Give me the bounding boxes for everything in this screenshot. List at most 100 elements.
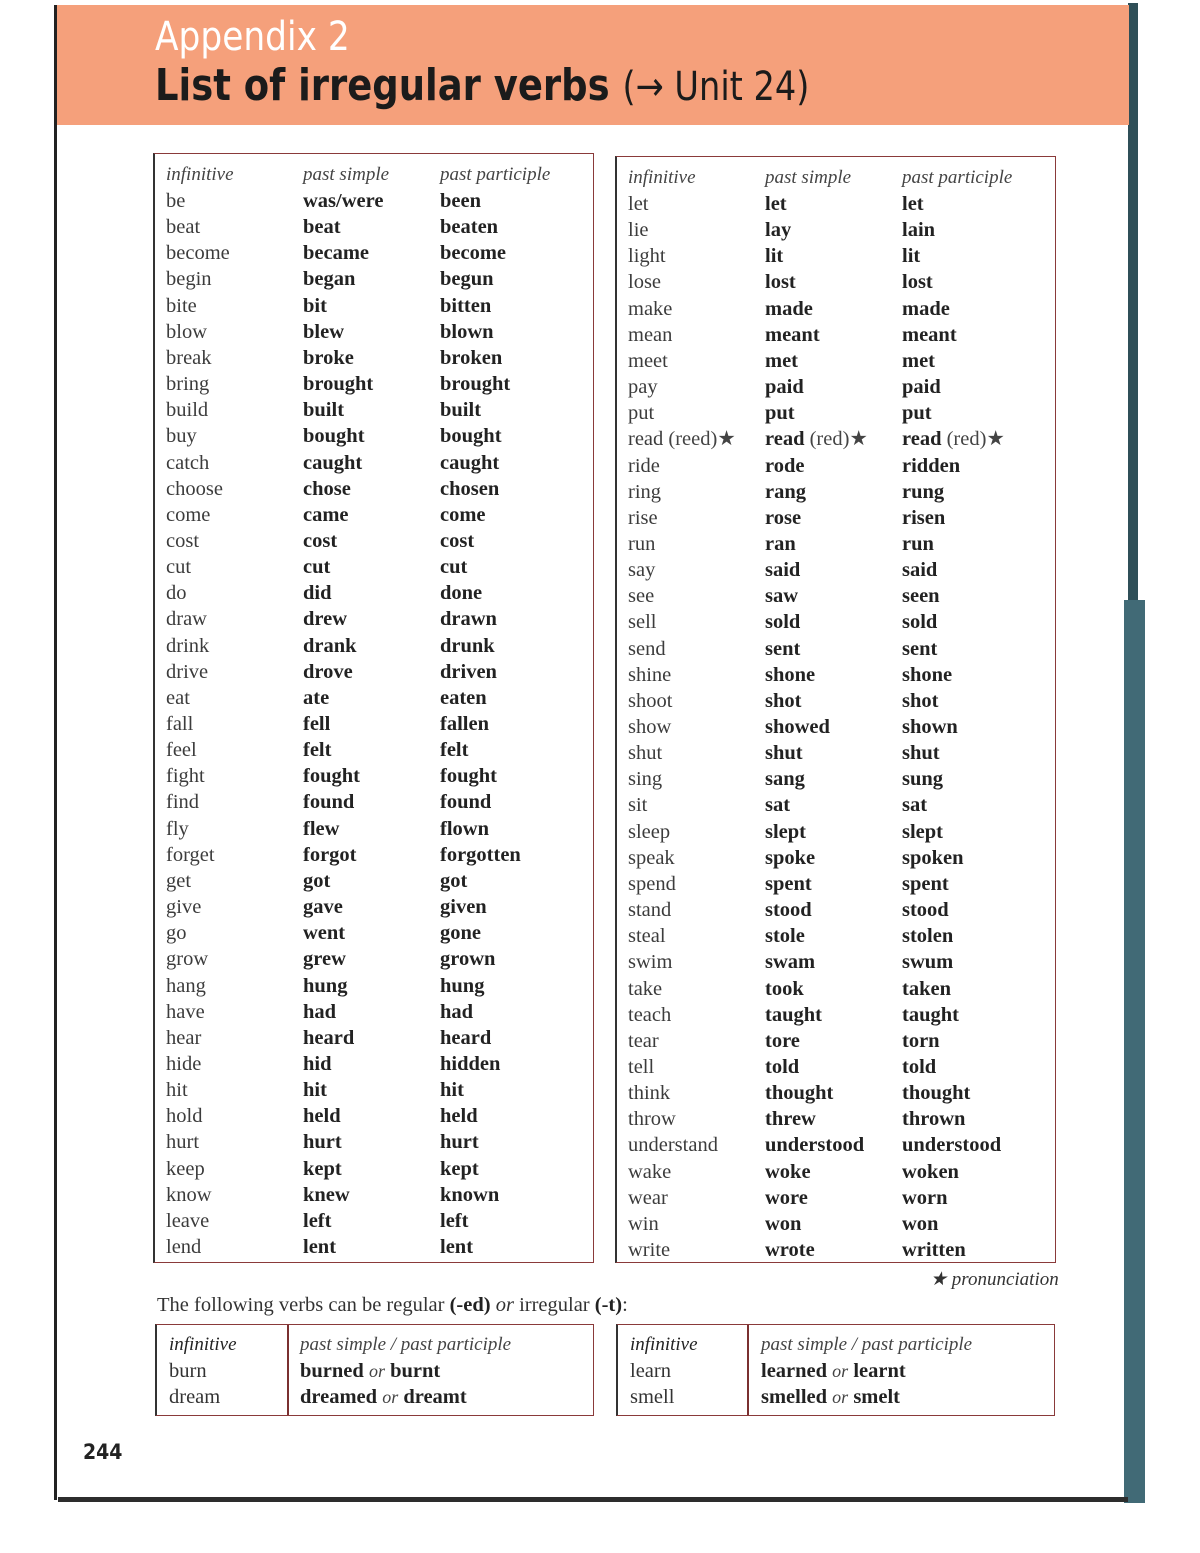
verb-form: read	[628, 428, 664, 451]
verb-row: shut shut shut	[617, 740, 1055, 766]
past-participle-cell: driven	[440, 659, 497, 685]
past-participle-cell: slept	[902, 819, 943, 845]
verb-form: held	[303, 1105, 341, 1128]
verb-form: hit	[303, 1079, 327, 1102]
verb-form: make	[628, 297, 673, 320]
verb-form: began	[303, 268, 356, 291]
past-participle-cell: made	[902, 296, 950, 322]
past-simple-cell: felt	[303, 737, 331, 763]
infinitive-cell: learn	[630, 1360, 671, 1382]
verb-form: drunk	[440, 634, 495, 657]
verb-form: hurt	[440, 1131, 479, 1154]
infinitive-cell: blow	[166, 319, 207, 345]
past-participle-cell: caught	[440, 450, 499, 476]
title-text: List of irregular verbs	[155, 60, 610, 111]
pronunciation-note: (red)★	[946, 428, 1005, 451]
verb-form: lay	[765, 219, 792, 242]
past-participle-cell: kept	[440, 1156, 479, 1182]
verb-form: got	[440, 869, 468, 892]
past-participle-cell: told	[902, 1054, 936, 1080]
verb-row: rise rose risen	[617, 505, 1055, 531]
past-simple-cell: drew	[303, 606, 347, 632]
verb-form: think	[628, 1082, 671, 1105]
regular-or-irregular-table-right: infinitive past simple / past participle l…	[616, 1324, 1055, 1416]
verb-row: build built built	[155, 397, 593, 423]
past-simple-cell: drank	[303, 633, 357, 659]
t-suffix: (-t)	[594, 1294, 623, 1316]
page-left-rule	[54, 5, 57, 1500]
verb-form: bite	[166, 294, 197, 317]
verb-form: threw	[765, 1108, 816, 1131]
verb-form: stole	[765, 925, 805, 948]
verb-form: said	[902, 559, 938, 582]
infinitive-cell: become	[166, 240, 230, 266]
verb-form: forgot	[303, 843, 357, 866]
verb-form: blew	[303, 320, 344, 343]
verb-row: sell sold sold	[617, 609, 1055, 635]
past-participle-cell: thought	[902, 1080, 970, 1106]
past-participle-cell: shone	[902, 662, 952, 688]
verb-form: find	[166, 791, 200, 814]
past-simple-cell: took	[765, 976, 804, 1002]
verb-form: catch	[166, 451, 210, 474]
infinitive-cell: hide	[166, 1051, 201, 1077]
verb-form: keep	[166, 1157, 205, 1180]
verb-form: took	[765, 977, 804, 1000]
verb-form: hurt	[166, 1131, 200, 1154]
past-simple-cell: understood	[765, 1132, 864, 1158]
column-header-past-simple: past simple	[765, 167, 852, 188]
infinitive-cell: hurt	[166, 1129, 199, 1155]
verb-form: stood	[902, 899, 949, 922]
verb-form: fell	[303, 713, 331, 735]
verb-form: beat	[303, 216, 341, 239]
past-participle-cell: given	[440, 894, 487, 920]
past-participle-cell: been	[440, 188, 481, 214]
verb-row: lie lay lain	[617, 217, 1055, 243]
infinitive-cell: grow	[166, 946, 208, 972]
verb-row: run ran run	[617, 531, 1055, 557]
verb-form: told	[902, 1055, 937, 1078]
verb-form: cut	[166, 556, 192, 579]
verb-row: shoot shot shot	[617, 688, 1055, 714]
past-participle-cell: shot	[902, 688, 938, 714]
verb-form: thought	[902, 1082, 971, 1105]
past-participle-cell: woken	[902, 1159, 959, 1185]
verb-form: met	[902, 349, 936, 372]
infinitive-cell: spend	[628, 871, 676, 897]
infinitive-cell: drive	[166, 659, 208, 685]
verb-form: shine	[628, 663, 672, 686]
verb-row: come came come	[155, 502, 593, 528]
past-simple-cell: slept	[765, 819, 806, 845]
verb-form: taught	[902, 1003, 959, 1026]
infinitive-cell: show	[628, 714, 671, 740]
verb-row: wake woke woken	[617, 1159, 1055, 1185]
infinitive-cell: hold	[166, 1103, 202, 1129]
past-participle-cell: sung	[902, 766, 943, 792]
verb-form: spoke	[765, 846, 816, 869]
irregular-form: smelt	[853, 1386, 900, 1408]
verb-form: bring	[166, 373, 210, 396]
infinitive-cell: throw	[628, 1106, 676, 1132]
past-simple-cell: built	[303, 397, 344, 423]
past-participle-cell: meant	[902, 322, 957, 348]
verb-row: drink drank drunk	[155, 633, 593, 659]
verb-row: teach taught taught	[617, 1002, 1055, 1028]
verb-form: chose	[303, 477, 351, 500]
verb-form: feel	[166, 739, 197, 762]
verb-form: sat	[765, 794, 791, 817]
verb-form: known	[440, 1183, 500, 1206]
infinitive-cell: read (reed)★	[628, 426, 736, 452]
past-simple-cell: cut	[303, 554, 330, 580]
verb-row: lend lent lent	[155, 1234, 593, 1260]
verb-form: see	[628, 585, 655, 608]
past-simple-cell: sent	[765, 636, 800, 662]
verb-form: become	[166, 242, 230, 265]
verb-form: bought	[303, 425, 365, 448]
verb-form: broken	[440, 346, 503, 369]
past-simple-cell: let	[765, 191, 787, 217]
verb-form: build	[166, 399, 209, 422]
past-simple-cell: chose	[303, 476, 351, 502]
verb-row: shine shone shone	[617, 662, 1055, 688]
verb-form: go	[166, 922, 187, 945]
infinitive-cell: fight	[166, 763, 205, 789]
